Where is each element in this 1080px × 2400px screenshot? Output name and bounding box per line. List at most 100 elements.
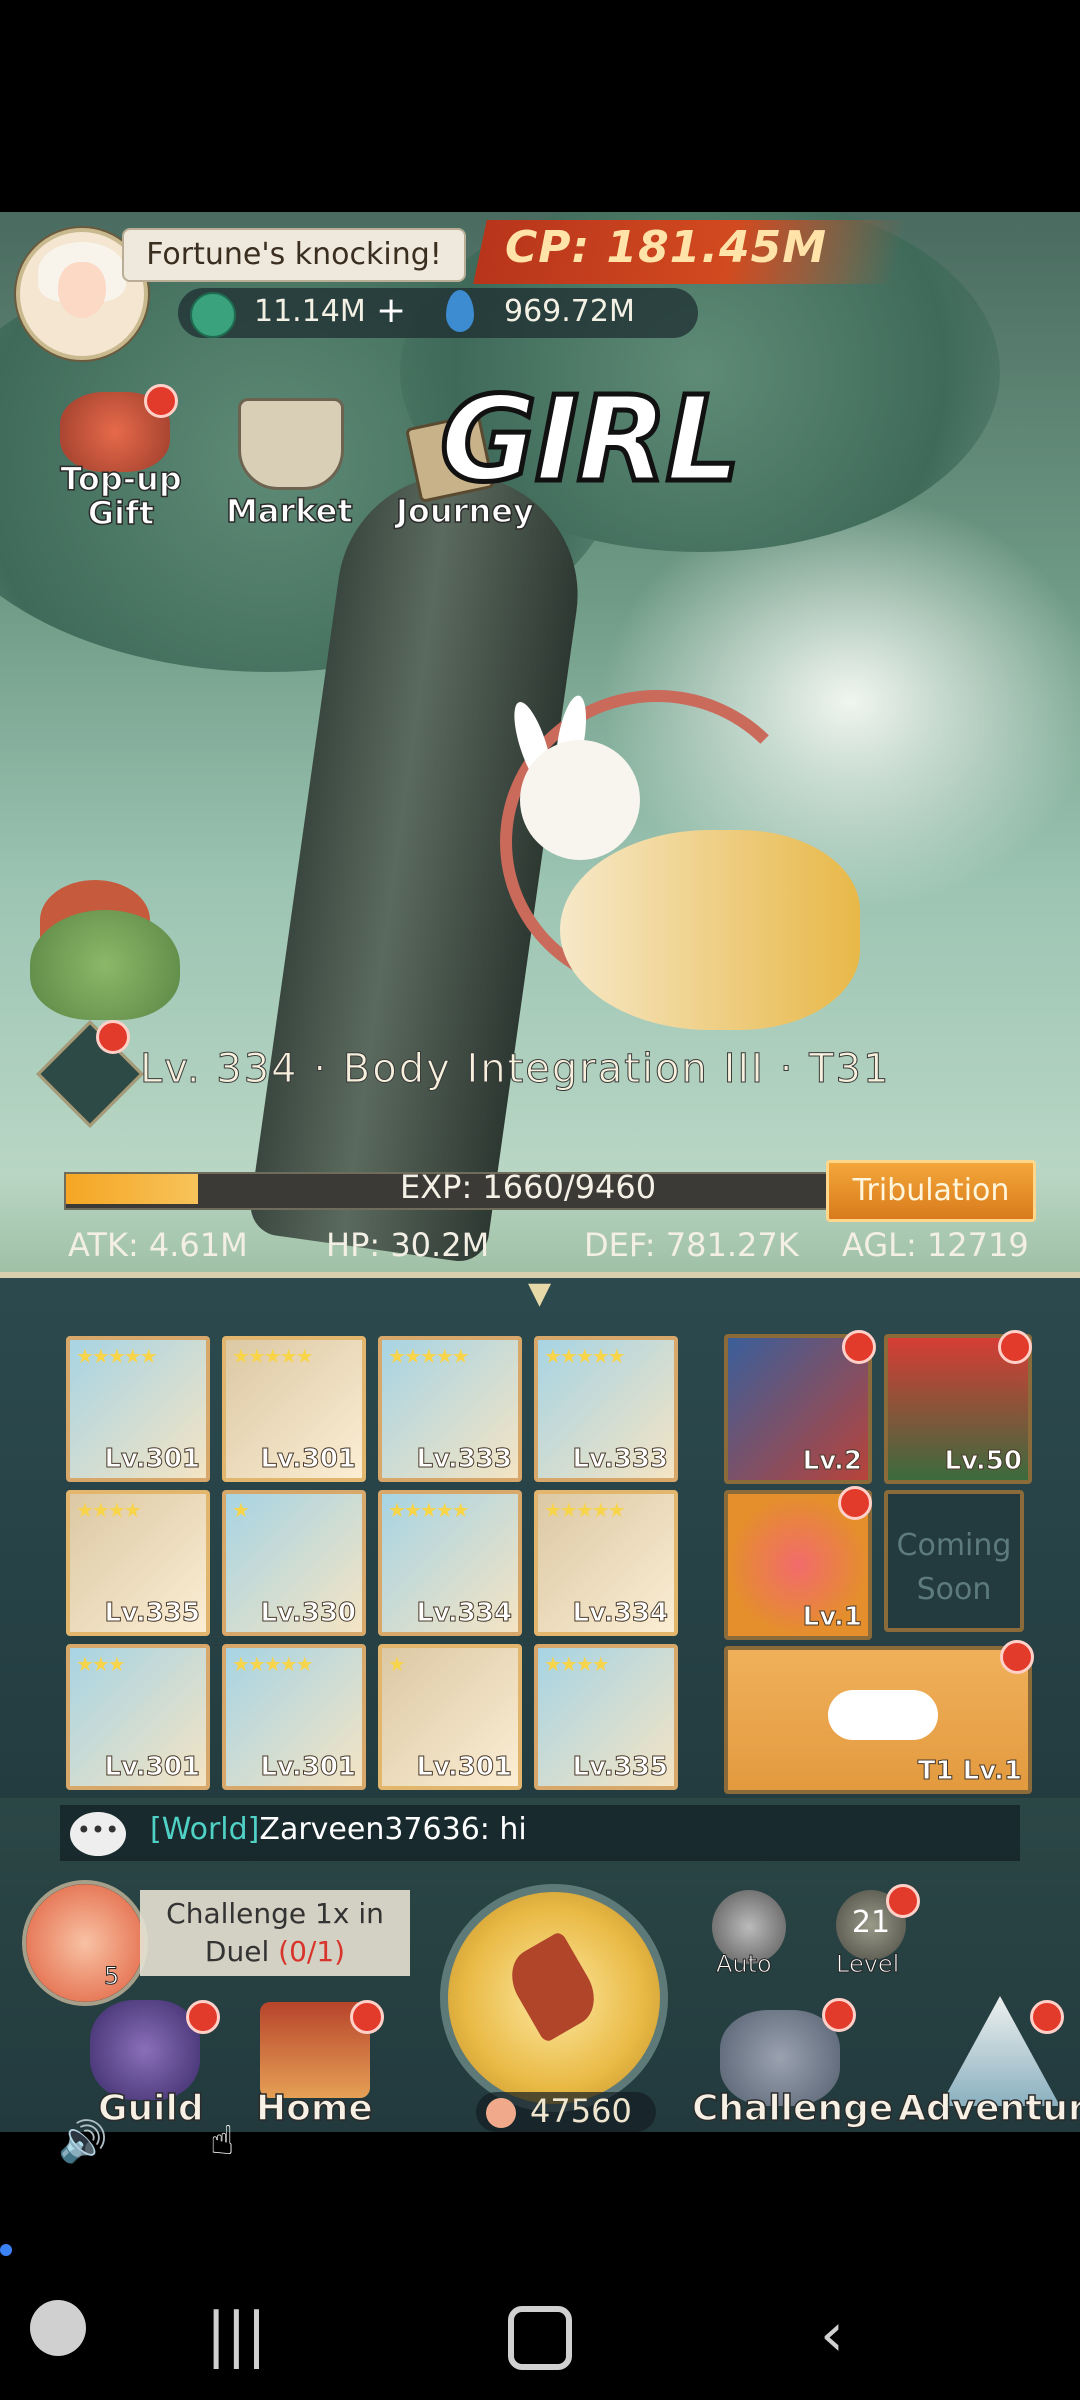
star-rating: ★★★★★ <box>544 1344 626 1368</box>
stat-hp: HP: 30.2M <box>326 1226 490 1264</box>
star-rating: ★★★★★ <box>388 1344 470 1368</box>
money-frog[interactable] <box>30 910 180 1020</box>
star-rating: ★★★★★ <box>232 1344 314 1368</box>
star-rating: ★★★★ <box>76 1498 142 1522</box>
equipment-level: Lv.301 <box>416 1752 513 1783</box>
exp-bar-fill <box>66 1174 198 1204</box>
equipment-slot[interactable]: ★★★ Lv.301 <box>66 1644 210 1790</box>
equipment-level: Lv.335 <box>572 1752 669 1783</box>
star-rating: ★ <box>388 1652 406 1676</box>
equipment-slot[interactable]: ★ Lv.301 <box>378 1644 522 1790</box>
star-rating: ★★★★★ <box>544 1498 626 1522</box>
cloud-icon <box>828 1690 938 1740</box>
equipment-level: Lv.301 <box>260 1444 357 1475</box>
notification-dot <box>1000 1640 1034 1674</box>
equipment-level: Lv.330 <box>260 1598 357 1629</box>
equipment-slot[interactable]: ★★★★★ Lv.334 <box>378 1490 522 1636</box>
spirit-gem-icon <box>446 290 474 332</box>
quest-text-2: Duel <box>204 1935 270 1968</box>
avatar-face <box>58 262 106 318</box>
equipment-level: Lv.333 <box>572 1444 669 1475</box>
notification-dot <box>96 1020 130 1054</box>
equipment-slot[interactable]: ★★★★★ Lv.301 <box>222 1644 366 1790</box>
equipment-slot[interactable]: ★★★★★ Lv.333 <box>534 1336 678 1482</box>
equipment-slot[interactable]: ★ Lv.330 <box>222 1490 366 1636</box>
progress-dot <box>0 2244 12 2256</box>
star-rating: ★★★ <box>76 1652 126 1676</box>
equipment-level: Lv.333 <box>416 1444 513 1475</box>
notification-dot <box>998 1330 1032 1364</box>
game-launcher-icon[interactable] <box>30 2300 86 2356</box>
equipment-slot[interactable]: ★★★★ Lv.335 <box>66 1490 210 1636</box>
equipment-slot[interactable]: ★★★★★ Lv.333 <box>378 1336 522 1482</box>
combat-power: CP: 181.45M <box>505 222 828 273</box>
equipment-slot[interactable]: ★★★★★ Lv.301 <box>66 1336 210 1482</box>
home-nav-icon[interactable] <box>508 2306 572 2370</box>
equipment-slot[interactable]: ★★★★ Lv.335 <box>534 1644 678 1790</box>
top-up-gift-label-1: Top-up <box>60 460 183 498</box>
gem-amount: 969.72M <box>504 294 635 329</box>
notification-dot <box>842 1330 876 1364</box>
axe-icon <box>500 1930 606 2044</box>
adventure-button[interactable]: Adventure <box>897 2087 1080 2130</box>
chat-bubble-icon[interactable]: ••• <box>70 1812 126 1856</box>
equipment-level: Lv.301 <box>104 1444 201 1475</box>
equipment-slot[interactable]: ★★★★★ Lv.301 <box>222 1336 366 1482</box>
star-rating: ★★★★★ <box>232 1652 314 1676</box>
gesture-hand-icon[interactable]: ☝ <box>210 2118 234 2164</box>
star-rating: ★★★★★ <box>76 1344 158 1368</box>
star-rating: ★★★★ <box>544 1652 610 1676</box>
quest-text-1: Challenge 1x in <box>166 1897 384 1930</box>
challenge-button[interactable]: Challenge <box>691 2087 894 2130</box>
top-up-gift-button[interactable]: Top-up Gift <box>46 460 196 532</box>
axe-attack-button[interactable] <box>440 1884 668 2112</box>
chat-content: Zarveen37636: hi <box>259 1812 527 1847</box>
volume-icon[interactable]: 🔊 <box>58 2118 108 2165</box>
peach-counter: 47560 <box>530 2092 632 2130</box>
duel-quest[interactable]: Challenge 1x in Duel (0/1) <box>140 1890 410 1976</box>
cloud-slot[interactable]: T1 Lv.1 <box>724 1646 1032 1794</box>
mushroom-level: Lv.50 <box>944 1446 1022 1477</box>
coin-amount: 11.14M <box>254 294 366 329</box>
stat-atk: ATK: 4.61M <box>68 1226 248 1264</box>
guild-icon[interactable] <box>90 2000 200 2100</box>
notification-dot <box>822 1998 856 2032</box>
recent-apps-icon[interactable]: ||| <box>206 2300 267 2370</box>
peach-icon[interactable] <box>22 1880 148 2006</box>
market-button[interactable]: Market <box>225 491 353 531</box>
dragon-level: Lv.2 <box>802 1446 862 1477</box>
exp-text: EXP: 1660/9460 <box>400 1168 657 1206</box>
equipment-slot[interactable]: ★★★★★ Lv.334 <box>534 1490 678 1636</box>
market-icon[interactable] <box>238 398 344 490</box>
cloud-level: T1 Lv.1 <box>917 1756 1022 1787</box>
equipment-level: Lv.301 <box>104 1752 201 1783</box>
equipment-level: Lv.334 <box>416 1598 513 1629</box>
chat-channel: [World] <box>150 1812 260 1847</box>
star-rating: ★★★★★ <box>388 1498 470 1522</box>
notification-dot <box>350 2000 384 2034</box>
notification-dot <box>1030 2000 1064 2034</box>
chat-message[interactable]: [World]Zarveen37636: hi <box>150 1812 527 1847</box>
star-rating: ★ <box>232 1498 250 1522</box>
cultivation-level: Lv. 334 · Body Integration III · T31 <box>139 1046 891 1093</box>
stat-agl: AGL: 12719 <box>842 1226 1029 1264</box>
coming-soon-slot: Coming Soon <box>884 1490 1024 1632</box>
peach-icon <box>486 2098 516 2128</box>
equipment-level: Lv.335 <box>104 1598 201 1629</box>
top-up-gift-label-2: Gift <box>87 494 155 532</box>
chevron-down-icon[interactable]: ▼ <box>528 1276 551 1311</box>
guild-button[interactable]: Guild <box>97 2087 204 2130</box>
home-button[interactable]: Home <box>255 2087 373 2130</box>
equipment-level: Lv.301 <box>260 1752 357 1783</box>
speech-bubble: Fortune's knocking! <box>122 228 466 282</box>
quest-progress: (0/1) <box>278 1935 346 1968</box>
coin-icon <box>190 292 236 338</box>
stat-def: DEF: 781.27K <box>584 1226 799 1264</box>
notification-dot <box>886 1884 920 1918</box>
back-nav-icon[interactable]: ‹ <box>820 2300 844 2370</box>
tribulation-button[interactable]: Tribulation <box>826 1160 1036 1222</box>
overlay-caption: GIRL <box>438 368 744 511</box>
level-label: Level <box>835 1950 900 1979</box>
add-currency-button[interactable]: + <box>376 290 406 331</box>
heroine-body[interactable] <box>560 830 860 1030</box>
